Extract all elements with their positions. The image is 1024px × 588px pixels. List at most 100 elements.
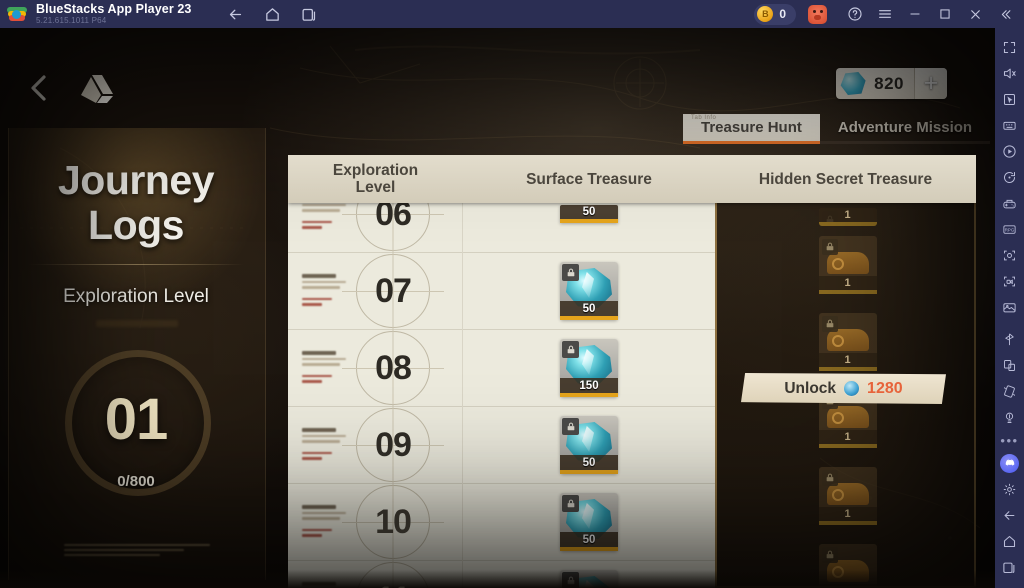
bluestacks-mascot-icon[interactable] xyxy=(808,4,827,24)
row-level-number: 07 xyxy=(375,271,412,310)
surface-treasure-cell[interactable]: 150 xyxy=(463,339,715,397)
maximize-icon[interactable] xyxy=(930,0,960,28)
surface-treasure-cell[interactable]: 50 xyxy=(463,493,715,551)
surface-treasure-item[interactable]: 50 xyxy=(560,262,618,320)
exploration-level-cell: 10 xyxy=(324,479,463,565)
hidden-treasure-row[interactable]: 1 xyxy=(717,203,974,226)
bluestacks-window: BlueStacks App Player 23 5.21.615.1011 P… xyxy=(0,0,1024,588)
column-header-level-line1: Exploration xyxy=(332,162,419,179)
svg-text:RPG: RPG xyxy=(1005,227,1015,232)
back-arrow-icon[interactable] xyxy=(227,6,244,23)
journey-logs-panel: Journey Logs Exploration Level 01 0/800 xyxy=(0,28,272,588)
tab-adventure-mission-label: Adventure Mission xyxy=(837,119,973,136)
table-row[interactable]: 07 50 xyxy=(288,248,715,334)
keyboard-icon[interactable] xyxy=(995,112,1024,138)
close-icon[interactable] xyxy=(960,0,990,28)
video-record-icon[interactable] xyxy=(995,268,1024,294)
cursor-icon[interactable] xyxy=(995,86,1024,112)
lock-icon xyxy=(562,418,579,435)
gem-currency-bar[interactable]: 820 + xyxy=(836,68,947,99)
unlock-button-label: Unlock xyxy=(784,379,837,397)
journey-subtitle: Exploration Level xyxy=(63,286,209,307)
discord-icon[interactable] xyxy=(995,450,1024,476)
table-header-row: Exploration Level Surface Treasure Hidde… xyxy=(288,155,976,203)
volume-icon[interactable] xyxy=(995,60,1024,86)
surface-treasure-cell[interactable]: 50 xyxy=(463,262,715,320)
hamburger-menu-icon[interactable] xyxy=(870,0,900,28)
hidden-treasure-row[interactable]: 1 xyxy=(717,303,974,380)
titlebar-nav-group xyxy=(227,6,318,23)
tab-treasure-hunt-label: Treasure Hunt xyxy=(701,119,802,136)
app-version: 5.21.615.1011 P64 xyxy=(36,15,107,25)
treasure-table-panel: Exploration Level Surface Treasure Hidde… xyxy=(288,155,976,588)
tab-adventure-mission[interactable]: Adventure Mission xyxy=(819,114,991,144)
lock-icon xyxy=(562,341,579,358)
screenshot-icon[interactable] xyxy=(995,242,1024,268)
row-level-number: 08 xyxy=(375,348,412,387)
minimize-icon[interactable] xyxy=(900,0,930,28)
row-level-number: 09 xyxy=(375,425,412,464)
android-back-icon[interactable] xyxy=(995,502,1024,528)
exploration-progress-value: 0/800 xyxy=(117,473,155,490)
table-row[interactable]: 10 50 xyxy=(288,479,715,565)
gamepad-icon[interactable] xyxy=(995,190,1024,216)
hidden-treasure-item[interactable]: 1 xyxy=(818,208,877,226)
recent-apps-icon[interactable] xyxy=(301,6,318,23)
hidden-treasure-row[interactable]: 1 xyxy=(717,457,974,534)
lock-icon xyxy=(562,495,579,512)
table-left-columns[interactable]: 0650075008150095010501150 xyxy=(288,171,715,588)
table-row[interactable]: 09 50 xyxy=(288,402,715,488)
android-recents-icon[interactable] xyxy=(995,554,1024,580)
hidden-treasure-item[interactable]: 1 xyxy=(818,466,877,525)
bluestacks-titlebar: BlueStacks App Player 23 5.21.615.1011 P… xyxy=(0,0,1024,28)
more-options-icon[interactable]: ••• xyxy=(1000,430,1018,450)
hidden-treasure-qty: 1 xyxy=(844,276,851,289)
tab-treasure-hunt[interactable]: Tab Info Treasure Hunt xyxy=(683,114,820,144)
surface-treasure-item[interactable]: 50 xyxy=(560,205,618,223)
surface-treasure-qty: 50 xyxy=(582,533,596,546)
location-icon[interactable] xyxy=(995,326,1024,352)
settings-gear-icon[interactable] xyxy=(995,476,1024,502)
bluestacks-sidebar: RPG ••• xyxy=(995,28,1024,588)
row-level-number: 10 xyxy=(375,502,412,541)
media-manager-icon[interactable] xyxy=(995,294,1024,320)
eco-mode-icon[interactable] xyxy=(995,404,1024,430)
surface-treasure-qty: 50 xyxy=(582,302,596,315)
hidden-treasure-item[interactable]: 1 xyxy=(818,235,877,294)
table-row[interactable]: 08 150 xyxy=(288,325,715,411)
home-icon[interactable] xyxy=(264,6,281,23)
bluestacks-points-pill[interactable]: B 0 xyxy=(754,3,796,25)
rotate-icon[interactable] xyxy=(995,164,1024,190)
hidden-treasure-row[interactable]: 1 xyxy=(717,226,974,303)
column-header-surface-treasure: Surface Treasure xyxy=(526,170,652,188)
column-header-exploration-level: Exploration Level xyxy=(288,155,463,203)
fullscreen-icon[interactable] xyxy=(995,34,1024,60)
surface-treasure-item[interactable]: 50 xyxy=(560,416,618,474)
hidden-treasure-qty: 1 xyxy=(844,507,851,520)
column-header-hidden-secret-treasure: Hidden Secret Treasure xyxy=(758,170,933,188)
clone-icon[interactable] xyxy=(995,352,1024,378)
row-note-text xyxy=(288,504,346,540)
surface-treasure-item[interactable]: 50 xyxy=(560,493,618,551)
surface-treasure-cell[interactable]: 50 xyxy=(463,416,715,474)
page-title-line2: Logs xyxy=(88,202,184,248)
gem-amount: 820 xyxy=(874,73,904,93)
android-home-icon[interactable] xyxy=(995,528,1024,554)
multi-instance-icon[interactable]: RPG xyxy=(995,216,1024,242)
hidden-treasure-qty: 1 xyxy=(844,353,851,366)
surface-treasure-item[interactable]: 150 xyxy=(560,339,618,397)
lock-icon xyxy=(821,315,838,332)
shake-icon[interactable] xyxy=(995,378,1024,404)
unlock-button[interactable]: Unlock 1280 xyxy=(741,373,946,404)
add-gems-button[interactable]: + xyxy=(914,68,947,99)
hidden-treasure-item[interactable]: 1 xyxy=(818,312,877,371)
help-icon[interactable] xyxy=(840,0,870,28)
page-title: Journey Logs xyxy=(0,158,272,248)
macro-record-icon[interactable] xyxy=(995,138,1024,164)
surface-treasure-cell[interactable]: 50 xyxy=(463,205,715,223)
collapse-sidebar-icon[interactable] xyxy=(990,0,1020,28)
lock-icon xyxy=(821,469,838,486)
surface-treasure-qty: 150 xyxy=(579,379,599,392)
journey-divider xyxy=(28,264,244,265)
main-tabs: Tab Info Treasure Hunt Adventure Mission xyxy=(683,114,991,144)
